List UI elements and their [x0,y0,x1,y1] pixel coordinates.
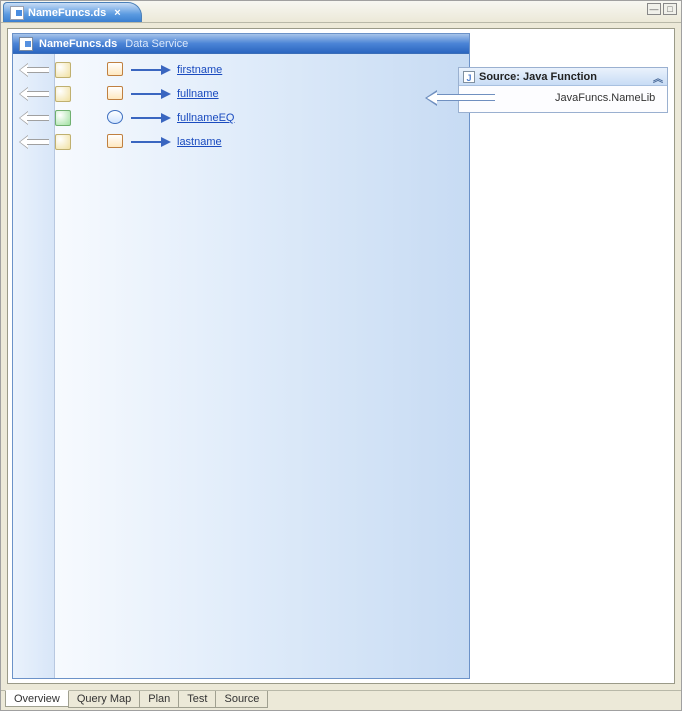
function-link[interactable]: fullnameEQ [177,112,234,124]
function-type-icon [107,86,127,102]
return-arrow-icon [19,111,49,125]
tab-plan[interactable]: Plan [139,691,179,708]
close-icon[interactable]: × [114,7,120,19]
file-icon [19,37,33,51]
operation-icon [55,86,71,102]
editor-area: NameFuncs.ds Data Service firstname full… [7,28,675,684]
tab-query-map[interactable]: Query Map [68,691,140,708]
return-arrow-icon [19,63,49,77]
tab-test[interactable]: Test [178,691,216,708]
arrow-icon [131,65,171,75]
return-arrow-icon [19,87,49,101]
source-title: Source: Java Function [479,71,597,83]
operation-icon [55,134,71,150]
source-panel: J Source: Java Function ︽ JavaFuncs.Name… [458,67,668,113]
source-item[interactable]: JavaFuncs.NameLib [555,92,655,104]
function-list: firstname fullname fullnameEQ [13,58,469,154]
function-link[interactable]: firstname [177,64,222,76]
operation-icon [55,110,71,126]
function-row: fullname [19,82,469,106]
chevron-up-icon[interactable]: ︽ [653,70,663,85]
function-type-icon [107,62,127,78]
function-link[interactable]: fullname [177,88,219,100]
tab-title: NameFuncs.ds [28,7,106,19]
function-row: firstname [19,58,469,82]
panel-header: NameFuncs.ds Data Service [13,34,469,54]
operation-icon [55,62,71,78]
return-arrow-icon [425,90,495,106]
tab-source[interactable]: Source [215,691,268,708]
window-controls: — □ [647,3,677,15]
maximize-icon[interactable]: □ [663,3,677,15]
function-link[interactable]: lastname [177,136,222,148]
editor-tab-active[interactable]: NameFuncs.ds × [3,2,142,22]
source-body: JavaFuncs.NameLib [459,86,667,112]
function-type-icon [107,134,127,150]
editor-tabbar: NameFuncs.ds × — □ [1,1,681,23]
arrow-icon [131,89,171,99]
file-icon [10,6,24,20]
arrow-icon [131,137,171,147]
arrow-icon [131,113,171,123]
function-row: fullnameEQ [19,106,469,130]
source-panel-header[interactable]: J Source: Java Function ︽ [459,68,667,86]
function-row: lastname [19,130,469,154]
panel-title: NameFuncs.ds [39,38,117,50]
panel-subtitle: Data Service [125,38,188,50]
tab-overview[interactable]: Overview [5,690,69,707]
java-icon: J [463,71,475,83]
return-arrow-icon [19,135,49,149]
gear-icon [107,110,127,126]
bottom-tabbar: Overview Query Map Plan Test Source [1,690,681,710]
minimize-icon[interactable]: — [647,3,661,15]
data-service-panel: NameFuncs.ds Data Service firstname full… [12,33,470,679]
